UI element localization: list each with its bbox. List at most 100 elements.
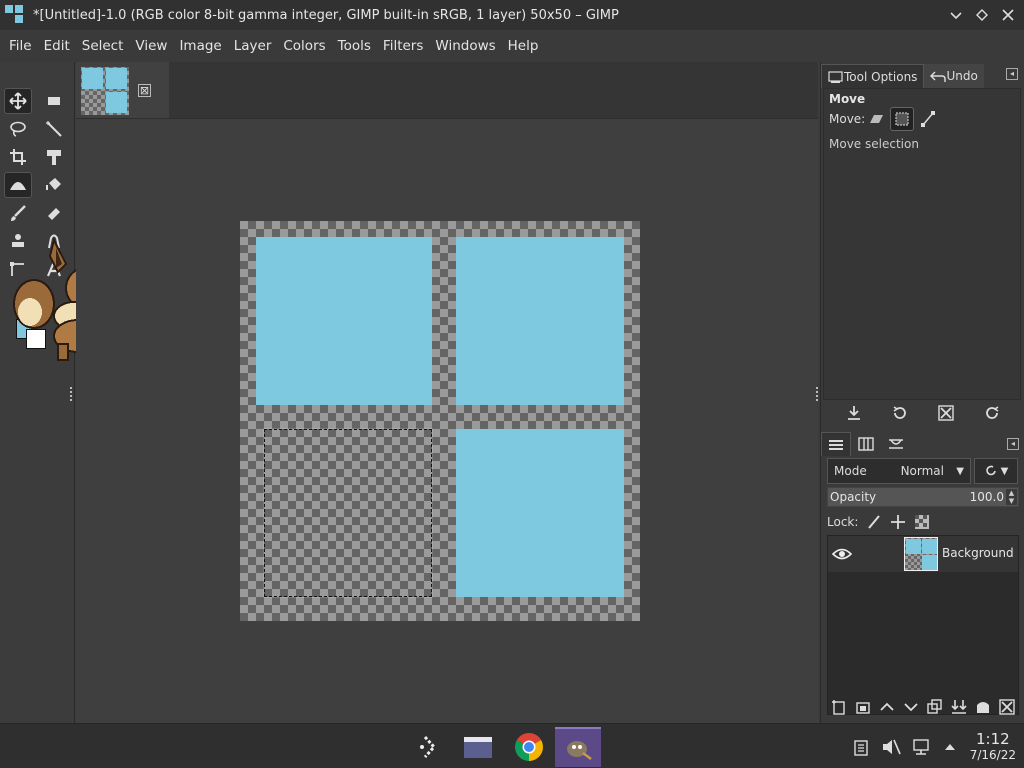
reset-tool-options-button[interactable]	[982, 403, 1002, 423]
lock-pixels-icon[interactable]	[866, 514, 882, 530]
duplicate-layer-button[interactable]	[925, 697, 945, 717]
close-button[interactable]	[998, 5, 1018, 25]
maximize-button[interactable]	[972, 5, 992, 25]
merge-layer-button[interactable]	[949, 697, 969, 717]
delete-tool-preset-button[interactable]	[936, 403, 956, 423]
tab-channels[interactable]	[851, 432, 881, 456]
system-clock[interactable]: 1:12 7/16/22	[970, 730, 1016, 762]
tab-undo[interactable]: Undo	[924, 64, 984, 88]
reset-mode-icon	[985, 465, 996, 476]
move-icon	[9, 92, 27, 110]
tab-paths[interactable]	[881, 432, 911, 456]
menu-help[interactable]: Help	[502, 38, 545, 54]
selection-icon	[895, 112, 909, 126]
move-path-button[interactable]	[916, 107, 940, 131]
restore-tool-preset-button[interactable]	[890, 403, 910, 423]
fuzzy-select-tool-button[interactable]	[40, 116, 68, 142]
opacity-spinner[interactable]: ▲ ▼	[1006, 489, 1017, 505]
tool-options-icon	[828, 70, 843, 83]
lasso-tool-button[interactable]	[4, 116, 32, 142]
left-resize-handle[interactable]	[70, 387, 73, 401]
paintbrush-tool-button[interactable]	[4, 200, 32, 226]
unified-transform-tool-button[interactable]	[40, 144, 68, 170]
menu-view[interactable]: View	[129, 38, 173, 54]
bucket-fill-tool-button[interactable]	[40, 172, 68, 198]
layers-list: Background	[827, 535, 1019, 715]
canvas-area[interactable]	[70, 118, 819, 723]
composite-mode-button[interactable]: ▼	[974, 458, 1018, 484]
new-layer-group-button[interactable]	[853, 697, 873, 717]
save-tool-preset-button[interactable]	[844, 403, 864, 423]
clipboard-tray-button[interactable]	[851, 737, 871, 757]
move-tool-button[interactable]	[4, 88, 32, 114]
restore-preset-icon	[893, 406, 906, 419]
tab-close-button[interactable]: ⊠	[138, 84, 151, 97]
tab-undo-label: Undo	[946, 69, 978, 83]
volume-tray-button[interactable]	[881, 737, 901, 757]
gimp-icon	[567, 741, 592, 760]
eye-icon[interactable]	[832, 544, 852, 564]
menu-windows[interactable]: Windows	[429, 38, 501, 54]
crop-tool-button[interactable]	[4, 144, 32, 170]
menu-tools[interactable]: Tools	[332, 38, 377, 54]
clipboard-icon	[854, 740, 868, 756]
raise-layer-button[interactable]	[877, 697, 897, 717]
layer-mask-button[interactable]	[973, 697, 993, 717]
lock-position-icon[interactable]	[890, 514, 906, 530]
layers-icon	[829, 439, 843, 450]
rect-select-tool-button[interactable]	[40, 88, 68, 114]
chrome-icon	[515, 733, 543, 761]
delete-icon	[999, 699, 1015, 715]
move-selection-button[interactable]	[890, 107, 914, 131]
volume-muted-icon	[883, 739, 901, 755]
network-icon	[913, 739, 929, 755]
warp-transform-tool-button[interactable]	[4, 172, 32, 198]
chevron-down-icon: ▼	[956, 465, 964, 477]
delete-layer-button[interactable]	[997, 697, 1017, 717]
right-resize-handle[interactable]	[816, 387, 819, 401]
quadrant-bottom-right	[456, 429, 624, 597]
layers-actions	[821, 694, 1024, 720]
menu-image[interactable]: Image	[173, 38, 227, 54]
layers-dock-menu-button[interactable]: ◂	[1007, 438, 1019, 450]
image-tab-untitled[interactable]: ⊠	[76, 62, 169, 118]
chrome-button[interactable]	[506, 727, 552, 767]
tab-layers[interactable]	[821, 432, 851, 456]
lock-alpha-icon[interactable]	[914, 514, 930, 530]
new-layer-button[interactable]	[829, 697, 849, 717]
tab-tool-options[interactable]: Tool Options	[821, 64, 925, 88]
opacity-value: 100.0	[969, 490, 1004, 504]
app-launcher-button[interactable]	[406, 727, 452, 767]
selection-marquee[interactable]	[264, 429, 432, 597]
tray-expand-button[interactable]	[940, 737, 960, 757]
layer-mode-select[interactable]: Mode Normal ▼	[827, 458, 971, 484]
lasso-icon	[10, 121, 26, 137]
menu-filters[interactable]: Filters	[377, 38, 429, 54]
path-icon	[921, 111, 935, 127]
minimize-button[interactable]	[946, 5, 966, 25]
image-canvas[interactable]	[240, 221, 640, 621]
eraser-tool-button[interactable]	[40, 200, 68, 226]
network-tray-button[interactable]	[911, 737, 931, 757]
arrow-down-icon	[904, 703, 918, 712]
paintbrush-icon	[11, 205, 26, 221]
quadrant-top-right	[456, 237, 624, 405]
file-manager-button[interactable]	[455, 727, 501, 767]
channels-icon	[858, 437, 874, 451]
move-mode-description: Move selection	[829, 137, 919, 151]
layer-mode-label: Mode	[834, 464, 867, 478]
gimp-taskbar-button[interactable]	[555, 727, 601, 767]
menu-edit[interactable]: Edit	[38, 38, 76, 54]
dock-menu-button[interactable]: ◂	[1006, 68, 1018, 80]
menu-layer[interactable]: Layer	[228, 38, 278, 54]
layer-row[interactable]: Background	[828, 536, 1018, 572]
layer-thumbnail	[904, 537, 938, 571]
opacity-slider[interactable]: Opacity 100.0 ▲ ▼	[827, 487, 1019, 507]
menu-select[interactable]: Select	[76, 38, 130, 54]
lower-layer-button[interactable]	[901, 697, 921, 717]
menu-colors[interactable]: Colors	[277, 38, 331, 54]
move-layer-button[interactable]	[864, 107, 888, 131]
menu-file[interactable]: File	[3, 38, 38, 54]
layer-name[interactable]: Background	[942, 546, 1014, 560]
tool-options-panel: Move Move: Move selection	[823, 88, 1021, 400]
